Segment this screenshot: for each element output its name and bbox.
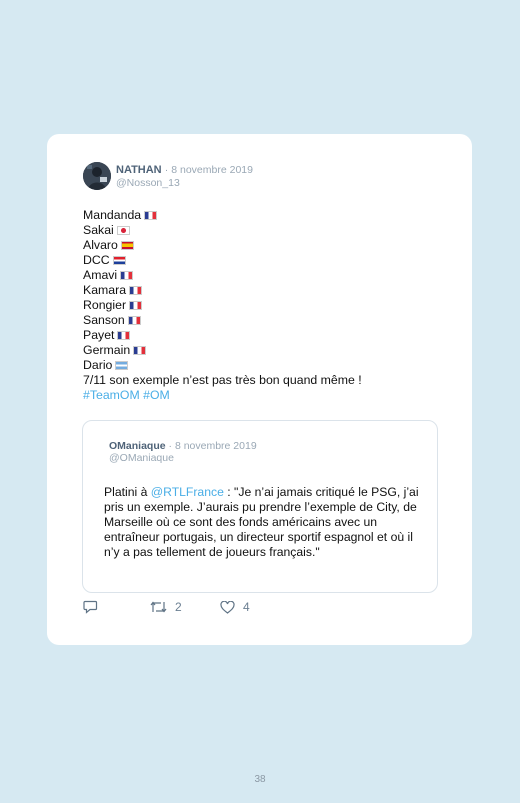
player-name: Sakai: [83, 223, 114, 237]
player-line: Dario: [83, 358, 443, 373]
author-handle[interactable]: @Nosson_13: [116, 177, 180, 189]
japan-flag-icon: [116, 226, 130, 235]
retweet-count: 2: [175, 600, 182, 614]
retweet-icon: [150, 601, 167, 613]
player-line: Sanson: [83, 313, 443, 328]
france-flag-icon: [133, 346, 147, 355]
tweet-date[interactable]: 8 novembre 2019: [171, 164, 253, 176]
meta-separator: ·: [164, 164, 169, 176]
like-button[interactable]: 4: [220, 600, 250, 614]
player-name: Amavi: [83, 268, 118, 282]
meta-separator: ·: [168, 440, 173, 452]
player-line: Alvaro: [83, 238, 443, 253]
france-flag-icon: [129, 301, 143, 310]
like-count: 4: [243, 600, 250, 614]
player-line: Sakai: [83, 223, 443, 238]
argentina-flag-icon: [115, 361, 129, 370]
france-flag-icon: [120, 271, 134, 280]
france-flag-icon: [144, 211, 158, 220]
player-name: Alvaro: [83, 238, 118, 252]
croatia-flag-icon: [112, 256, 126, 265]
closing-line: 7/11 son exemple n’est pas très bon quan…: [83, 373, 362, 387]
france-flag-icon: [117, 331, 131, 340]
player-line: DCC: [83, 253, 443, 268]
avatar[interactable]: [83, 162, 111, 190]
france-flag-icon: [127, 316, 141, 325]
avatar-image: [83, 162, 111, 190]
player-line: Mandanda: [83, 208, 443, 223]
player-name: Payet: [83, 328, 115, 342]
player-name: Germain: [83, 343, 131, 357]
player-name: Rongier: [83, 298, 127, 312]
mention-link[interactable]: @RTLFrance: [151, 485, 224, 499]
player-line: Amavi: [83, 268, 443, 283]
spain-flag-icon: [120, 241, 134, 250]
reply-icon: [83, 600, 98, 614]
quoted-tweet[interactable]: OManiaque · 8 novembre 2019 @OManiaque P…: [82, 420, 438, 593]
tweet-card: NATHAN · 8 novembre 2019 @Nosson_13 Mand…: [47, 134, 472, 645]
quoted-date[interactable]: 8 novembre 2019: [175, 440, 257, 452]
france-flag-icon: [129, 286, 143, 295]
player-name: DCC: [83, 253, 110, 267]
player-line: Germain: [83, 343, 443, 358]
player-line: Kamara: [83, 283, 443, 298]
player-name: Kamara: [83, 283, 127, 297]
quoted-text: Platini à @RTLFrance : "Je n’ai jamais c…: [104, 485, 422, 560]
heart-icon: [220, 600, 235, 614]
reply-button[interactable]: [83, 600, 98, 614]
tweet-author: NATHAN · 8 novembre 2019: [116, 164, 253, 176]
quoted-text-prefix: Platini à: [104, 485, 151, 499]
retweet-button[interactable]: 2: [150, 600, 182, 614]
quoted-author: OManiaque · 8 novembre 2019: [109, 440, 257, 452]
player-line: Rongier: [83, 298, 443, 313]
quoted-handle[interactable]: @OManiaque: [109, 452, 174, 464]
author-name[interactable]: NATHAN: [116, 164, 162, 176]
hashtags-link[interactable]: #TeamOM #OM: [83, 388, 443, 403]
quoted-author-name[interactable]: OManiaque: [109, 440, 166, 452]
tweet-actions: 2 4: [83, 600, 333, 618]
player-name: Sanson: [83, 313, 125, 327]
player-name: Dario: [83, 358, 113, 372]
player-line: Payet: [83, 328, 443, 343]
player-name: Mandanda: [83, 208, 142, 222]
tweet-body: Mandanda Sakai Alvaro DCC Amavi Kamara R…: [83, 208, 443, 403]
page-number: 38: [254, 774, 266, 785]
